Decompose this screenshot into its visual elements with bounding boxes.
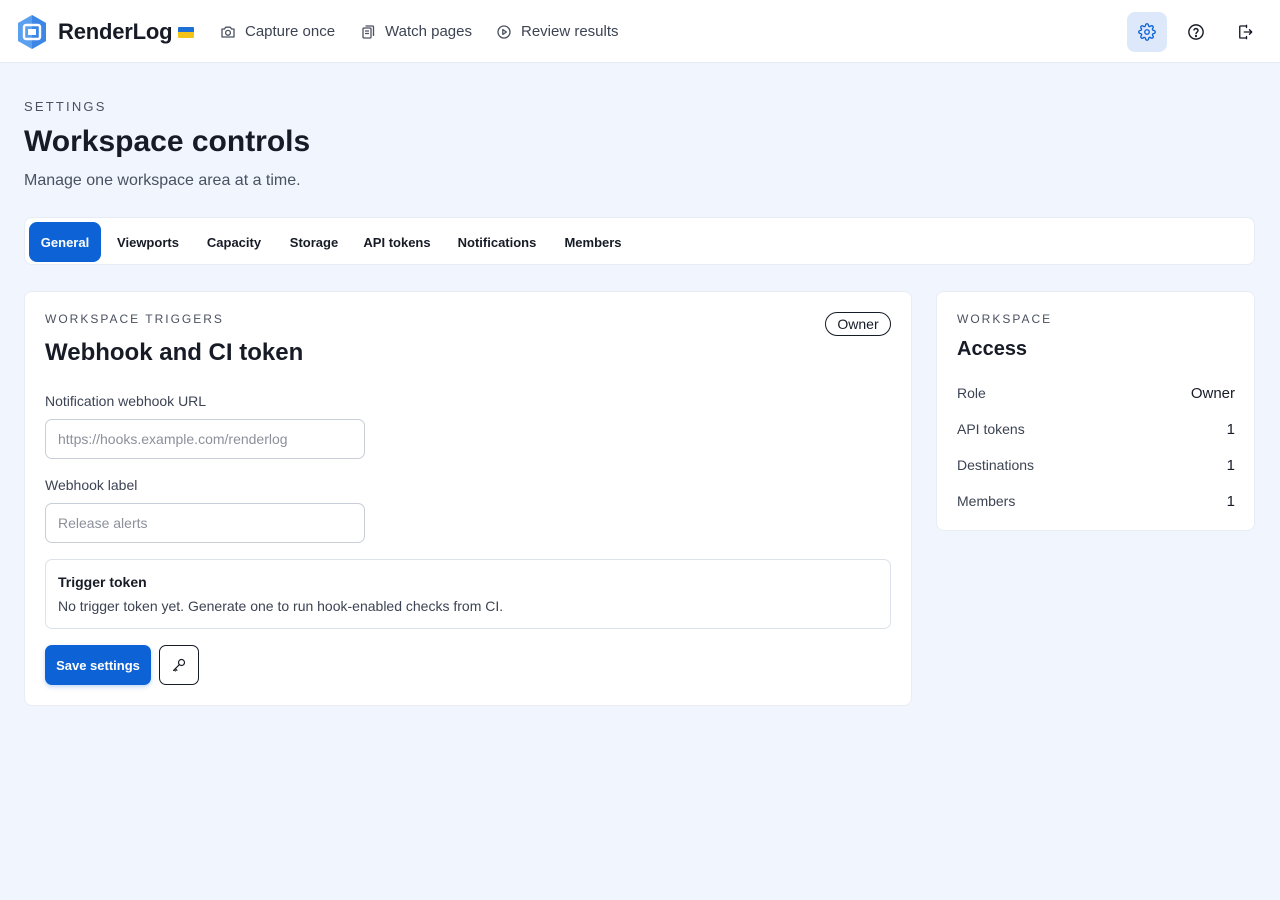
stat-row-destinations: Destinations 1 [957, 455, 1235, 475]
trigger-token-title: Trigger token [58, 574, 147, 590]
stat-label: Members [957, 493, 1016, 509]
brand[interactable]: RenderLog [16, 14, 195, 50]
tab-viewports[interactable]: Viewports [109, 222, 187, 262]
tab-api-tokens[interactable]: API tokens [359, 222, 435, 262]
pages-icon [362, 24, 375, 39]
camera-icon [221, 26, 235, 38]
stat-row-role: Role Owner [957, 383, 1235, 403]
settings-button[interactable] [1127, 12, 1167, 52]
page-subtitle: Manage one workspace area at a time. [24, 172, 301, 189]
stat-value: 1 [1226, 492, 1235, 510]
top-bar: RenderLog Capture once Watch pages Revie… [0, 0, 1280, 63]
play-circle-icon [497, 24, 511, 39]
nav-label: Capture once [245, 23, 336, 40]
page-title: Workspace controls [24, 125, 311, 158]
card-title: Access [957, 338, 1028, 360]
stat-row-api-tokens: API tokens 1 [957, 419, 1235, 439]
help-icon [1188, 24, 1204, 40]
workspace-triggers-card: WORKSPACE TRIGGERS Webhook and CI token … [24, 291, 912, 706]
settings-tabs: General Viewports Capacity Storage API t… [24, 217, 1255, 265]
webhook-label-input[interactable] [45, 503, 365, 543]
generate-token-button[interactable] [159, 645, 199, 685]
trigger-token-box: Trigger token No trigger token yet. Gene… [45, 559, 891, 629]
tab-general[interactable]: General [29, 222, 101, 262]
stat-value: Owner [1190, 384, 1235, 402]
gear-icon [1138, 23, 1156, 41]
role-badge: Owner [825, 312, 891, 336]
help-button[interactable] [1176, 12, 1216, 52]
stat-label: Role [957, 385, 986, 401]
save-settings-button[interactable]: Save settings [45, 645, 151, 685]
stat-row-members: Members 1 [957, 491, 1235, 511]
key-icon [172, 658, 186, 672]
nav-watch-pages[interactable]: Watch pages [360, 0, 472, 63]
tab-storage[interactable]: Storage [283, 222, 345, 262]
nav-capture-once[interactable]: Capture once [220, 0, 335, 63]
page-eyebrow: SETTINGS [24, 99, 107, 114]
tab-notifications[interactable]: Notifications [451, 222, 543, 262]
card-eyebrow: WORKSPACE TRIGGERS [45, 312, 224, 326]
stat-label: Destinations [957, 457, 1035, 473]
webhook-url-input[interactable] [45, 419, 365, 459]
card-eyebrow: WORKSPACE [957, 312, 1053, 326]
logout-icon [1239, 24, 1253, 40]
ukraine-flag-icon [178, 26, 195, 38]
tab-members[interactable]: Members [557, 222, 629, 262]
stat-value: 1 [1226, 456, 1235, 474]
renderlog-logo-icon [18, 15, 46, 49]
trigger-token-description: No trigger token yet. Generate one to ru… [58, 598, 504, 614]
nav-review-results[interactable]: Review results [496, 0, 619, 63]
access-card: WORKSPACE Access Role Owner API tokens 1… [936, 291, 1255, 531]
webhook-url-label: Notification webhook URL [45, 393, 207, 409]
stat-label: API tokens [957, 421, 1025, 437]
app-name: RenderLog [58, 19, 173, 44]
tab-capacity[interactable]: Capacity [201, 222, 267, 262]
nav-label: Watch pages [385, 23, 472, 40]
card-title: Webhook and CI token [45, 339, 304, 366]
stat-value: 1 [1226, 420, 1235, 438]
logout-button[interactable] [1225, 12, 1265, 52]
webhook-label-label: Webhook label [45, 477, 138, 493]
nav-label: Review results [521, 23, 619, 40]
